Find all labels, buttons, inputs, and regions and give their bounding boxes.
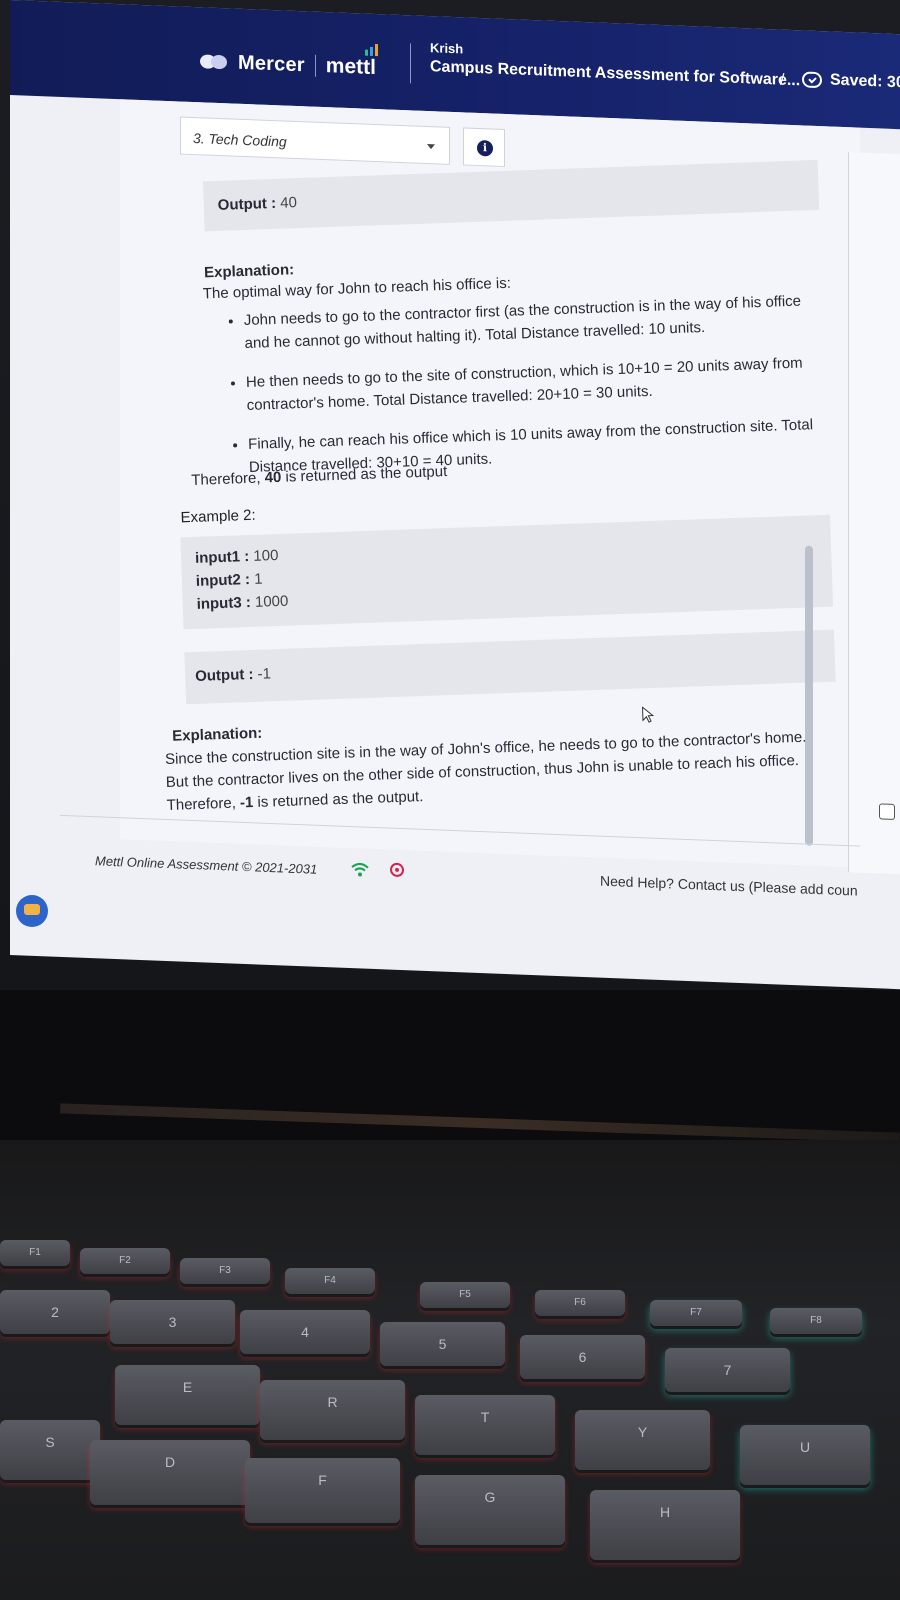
output2-value: -1 <box>257 665 272 683</box>
keyboard-key[interactable]: E <box>115 1365 260 1425</box>
keyboard-key[interactable]: Y <box>575 1410 710 1470</box>
explanation2-title: Explanation: <box>171 724 263 745</box>
browser-app: Mercer mettl Krish Campus Recruitment As… <box>10 0 900 990</box>
keyboard-key[interactable]: 2 <box>0 1290 110 1334</box>
keyboard-key[interactable]: F2 <box>80 1248 170 1274</box>
question-body: Output : 40 Explanation: The optimal way… <box>120 73 885 838</box>
output1-box: Output : 40 <box>202 159 820 232</box>
keyboard-key[interactable]: H <box>590 1490 740 1560</box>
explanation1-title: Explanation: <box>203 261 295 282</box>
header-divider <box>410 43 411 84</box>
example2-inputs-box: input1 : 100 input2 : 1 input3 : 1000 <box>180 514 834 630</box>
keyboard-key[interactable]: F5 <box>420 1282 510 1308</box>
keyboard-key[interactable]: U <box>740 1425 870 1485</box>
keyboard-key[interactable]: F8 <box>770 1308 862 1334</box>
keyboard-key[interactable]: 7 <box>665 1348 790 1392</box>
keyboard-key[interactable]: G <box>415 1475 565 1545</box>
chat-icon[interactable] <box>16 895 48 927</box>
question-panel: 3. Tech Coding i Output : 40 Explanation… <box>60 99 900 875</box>
keyboard-deck: F1 F2 F3 F4 F5 F6 F7 F8 2 3 4 5 6 7 E R … <box>0 1140 900 1600</box>
user-name: Krish <box>430 40 464 57</box>
keyboard-key[interactable]: R <box>260 1380 405 1440</box>
output2-box: Output : -1 <box>184 629 836 705</box>
therefore-value: 40 <box>264 468 282 487</box>
keyboard-key[interactable]: 4 <box>240 1310 370 1354</box>
mercer-logo-icon <box>200 54 228 70</box>
keyboard-key[interactable]: 3 <box>110 1300 235 1344</box>
keyboard-key[interactable]: F1 <box>0 1240 70 1266</box>
keyboard-key[interactable]: F7 <box>650 1300 742 1326</box>
cursor-icon <box>642 706 655 723</box>
question-scrollbar[interactable] <box>805 545 813 846</box>
mettl-bars-icon <box>364 44 378 57</box>
mercer-logo-text: Mercer <box>238 51 305 76</box>
help-contact-link[interactable]: Need Help? Contact us (Please add coun <box>600 873 858 899</box>
footer-copyright: Mettl Online Assessment © 2021-2031 <box>95 853 318 877</box>
keyboard-key[interactable]: 6 <box>520 1335 645 1379</box>
keyboard-key[interactable]: F3 <box>180 1258 270 1284</box>
keyboard-key[interactable]: 5 <box>380 1322 505 1366</box>
keyboard-key[interactable]: T <box>415 1395 555 1455</box>
output2-label: Output : <box>194 665 254 685</box>
brand: Mercer mettl <box>200 44 378 80</box>
output1-label: Output : <box>217 194 277 214</box>
keyboard-key[interactable]: F4 <box>285 1268 375 1294</box>
example2-title: Example 2: <box>180 506 256 527</box>
brand-divider <box>314 54 316 77</box>
keyboard-key[interactable]: D <box>90 1440 250 1505</box>
output1-value: 40 <box>279 194 298 212</box>
laptop-screen: Mercer mettl Krish Campus Recruitment As… <box>0 0 900 990</box>
record-icon <box>390 862 404 878</box>
mettl-logo-text: mettl <box>326 44 378 80</box>
keyboard-key[interactable]: F6 <box>535 1290 625 1316</box>
list-item: He then needs to go to the site of const… <box>246 351 827 417</box>
keyboard-key[interactable]: F <box>245 1458 400 1523</box>
wifi-icon <box>351 862 369 877</box>
keyboard-key[interactable]: S <box>0 1420 100 1480</box>
